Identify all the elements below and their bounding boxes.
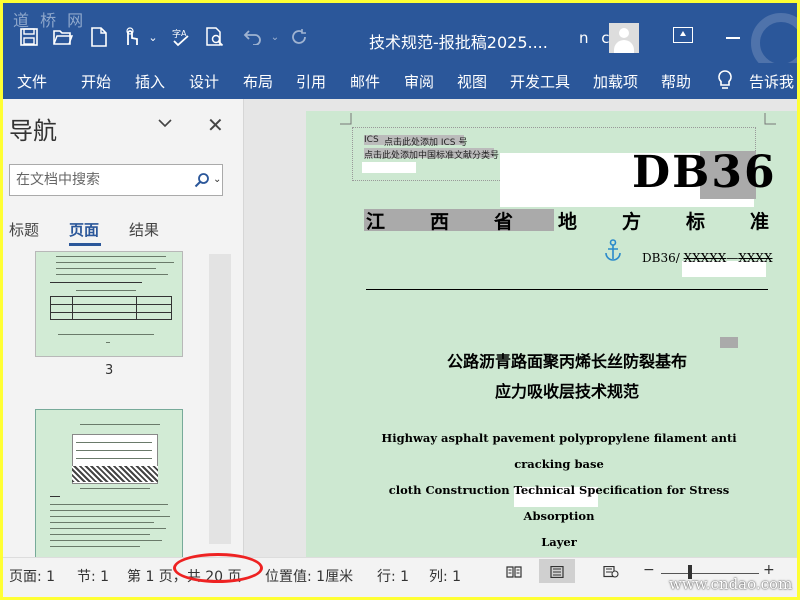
- nav-tab-pages[interactable]: 页面: [69, 219, 99, 240]
- user-avatar[interactable]: [609, 23, 639, 53]
- document-canvas: ICS 点击此处添加 ICS 号 点击此处添加中国标准文献分类号 DB36 江 …: [244, 99, 797, 557]
- nav-pane-title: 导航: [9, 117, 57, 145]
- ics-placeholder[interactable]: 点击此处添加 ICS 号: [384, 135, 467, 148]
- crop-mark-top-left: [340, 113, 352, 125]
- svg-text:字: 字: [172, 28, 181, 40]
- search-icon[interactable]: [194, 172, 210, 188]
- standard-number: DB36/ XXXXX—XXXX: [642, 251, 772, 265]
- page-thumbnails: 3: [3, 251, 243, 557]
- province-standard-char: 准: [750, 211, 770, 233]
- page-thumbnail-4[interactable]: [35, 409, 183, 557]
- print-preview-icon[interactable]: [203, 25, 227, 49]
- zoom-slider-track[interactable]: [661, 573, 759, 574]
- tab-view[interactable]: 视图: [457, 71, 487, 92]
- province-standard-char: 方: [622, 211, 642, 233]
- province-standard-char: 江: [366, 211, 386, 233]
- spelling-icon[interactable]: 字A: [169, 25, 193, 49]
- tab-review[interactable]: 审阅: [404, 71, 434, 92]
- minimize-icon[interactable]: [726, 37, 740, 39]
- ics-label: ICS: [364, 135, 379, 145]
- read-mode-icon[interactable]: [506, 566, 522, 578]
- status-column[interactable]: 列: 1: [429, 566, 461, 586]
- tab-layout[interactable]: 布局: [243, 71, 273, 92]
- web-layout-icon[interactable]: [603, 566, 619, 578]
- title-chinese-line: 应力吸收层技术规范: [494, 382, 639, 401]
- title-english-line: cloth Construction Technical Specificati…: [388, 483, 730, 523]
- nav-tab-active-indicator: [69, 243, 101, 246]
- crop-mark-top-right: [764, 113, 776, 125]
- status-page[interactable]: 页面: 1: [9, 566, 55, 586]
- field-box: [362, 162, 416, 173]
- print-layout-icon[interactable]: [549, 566, 565, 578]
- tab-developer[interactable]: 开发工具: [510, 71, 570, 92]
- undo-icon[interactable]: [241, 25, 265, 49]
- province-standard-char: 省: [494, 211, 514, 233]
- tab-mailings[interactable]: 邮件: [350, 71, 380, 92]
- page-thumbnail-3[interactable]: [35, 251, 183, 357]
- standard-number-seq: XXXXX: [683, 251, 727, 265]
- classification-placeholder[interactable]: 点击此处添加中国标准文献分类号: [364, 148, 499, 161]
- standard-number-year: XXXX: [738, 251, 773, 265]
- status-position[interactable]: 位置值: 1厘米: [265, 566, 353, 586]
- standard-code: DB36: [632, 147, 777, 198]
- document-page[interactable]: ICS 点击此处添加 ICS 号 点击此处添加中国标准文献分类号 DB36 江 …: [306, 111, 797, 557]
- tab-help[interactable]: 帮助: [661, 71, 691, 92]
- tab-tell-me[interactable]: 告诉我: [749, 71, 794, 92]
- annotation-circle: [173, 553, 263, 583]
- open-icon[interactable]: [51, 25, 75, 49]
- province-standard-char: 地: [558, 211, 578, 233]
- word-window: 道 桥 网 ⌄ 字A ⌄ 技术规范-报批稿2025.... n c 文件 开始 …: [3, 3, 797, 597]
- tab-addins[interactable]: 加载项: [593, 71, 638, 92]
- nav-close-icon[interactable]: ✕: [207, 113, 224, 137]
- title-bar: 道 桥 网 ⌄ 字A ⌄ 技术规范-报批稿2025.... n c: [3, 3, 797, 73]
- document-title: 技术规范-报批稿2025....: [369, 33, 548, 52]
- site-watermark-bottom: www.cndao.com: [669, 575, 793, 593]
- tab-file[interactable]: 文件: [17, 71, 47, 92]
- zoom-out-button[interactable]: −: [643, 562, 655, 578]
- navigation-pane: 导航 ✕ ⌄ 标题 页面 结果: [3, 99, 243, 557]
- standard-number-prefix: DB36/: [642, 251, 680, 265]
- status-section[interactable]: 节: 1: [77, 566, 109, 586]
- tab-design[interactable]: 设计: [189, 71, 219, 92]
- save-icon[interactable]: [17, 25, 41, 49]
- nav-options-chevron-icon[interactable]: [157, 115, 173, 131]
- lightbulb-icon[interactable]: [715, 69, 735, 91]
- title-chinese: 公路沥青路面聚丙烯长丝防裂基布 应力吸收层技术规范: [366, 347, 768, 407]
- title-english-line: Layer: [541, 535, 577, 549]
- title-english-line: Highway asphalt pavement polypropylene f…: [381, 431, 737, 471]
- province-standard-char: 西: [430, 211, 450, 233]
- tab-insert[interactable]: 插入: [135, 71, 165, 92]
- nav-search-box: ⌄: [9, 164, 223, 196]
- nav-tab-headings[interactable]: 标题: [9, 219, 39, 240]
- thumbnail-page-number: 3: [105, 363, 114, 378]
- search-options-chevron-icon[interactable]: ⌄: [213, 174, 221, 185]
- status-line[interactable]: 行: 1: [377, 566, 409, 586]
- ribbon-tabs: 文件 开始 插入 设计 布局 引用 邮件 审阅 视图 开发工具 加载项 帮助 告…: [3, 63, 797, 99]
- touch-mode-icon[interactable]: [119, 25, 143, 49]
- new-document-icon[interactable]: [87, 25, 111, 49]
- nav-search-input[interactable]: [16, 169, 186, 191]
- ribbon-display-options-icon[interactable]: [673, 27, 693, 43]
- province-standard-char: 标: [686, 211, 706, 233]
- header-rule: [366, 289, 768, 290]
- redo-icon[interactable]: [287, 25, 311, 49]
- province-standard-highlight: [364, 209, 554, 231]
- title-english: Highway asphalt pavement polypropylene f…: [356, 425, 762, 555]
- title-chinese-line: 公路沥青路面聚丙烯长丝防裂基布: [446, 352, 687, 371]
- customize-qat-chevron-icon[interactable]: ⌄: [141, 25, 165, 49]
- tab-references[interactable]: 引用: [296, 71, 326, 92]
- nav-tab-results[interactable]: 结果: [129, 219, 159, 240]
- tab-home[interactable]: 开始: [81, 71, 111, 92]
- standard-number-sep: —: [726, 251, 739, 265]
- undo-dropdown-chevron-icon[interactable]: ⌄: [263, 25, 287, 49]
- nav-pane-scrollbar[interactable]: [209, 254, 231, 544]
- anchor-icon[interactable]: [604, 239, 622, 261]
